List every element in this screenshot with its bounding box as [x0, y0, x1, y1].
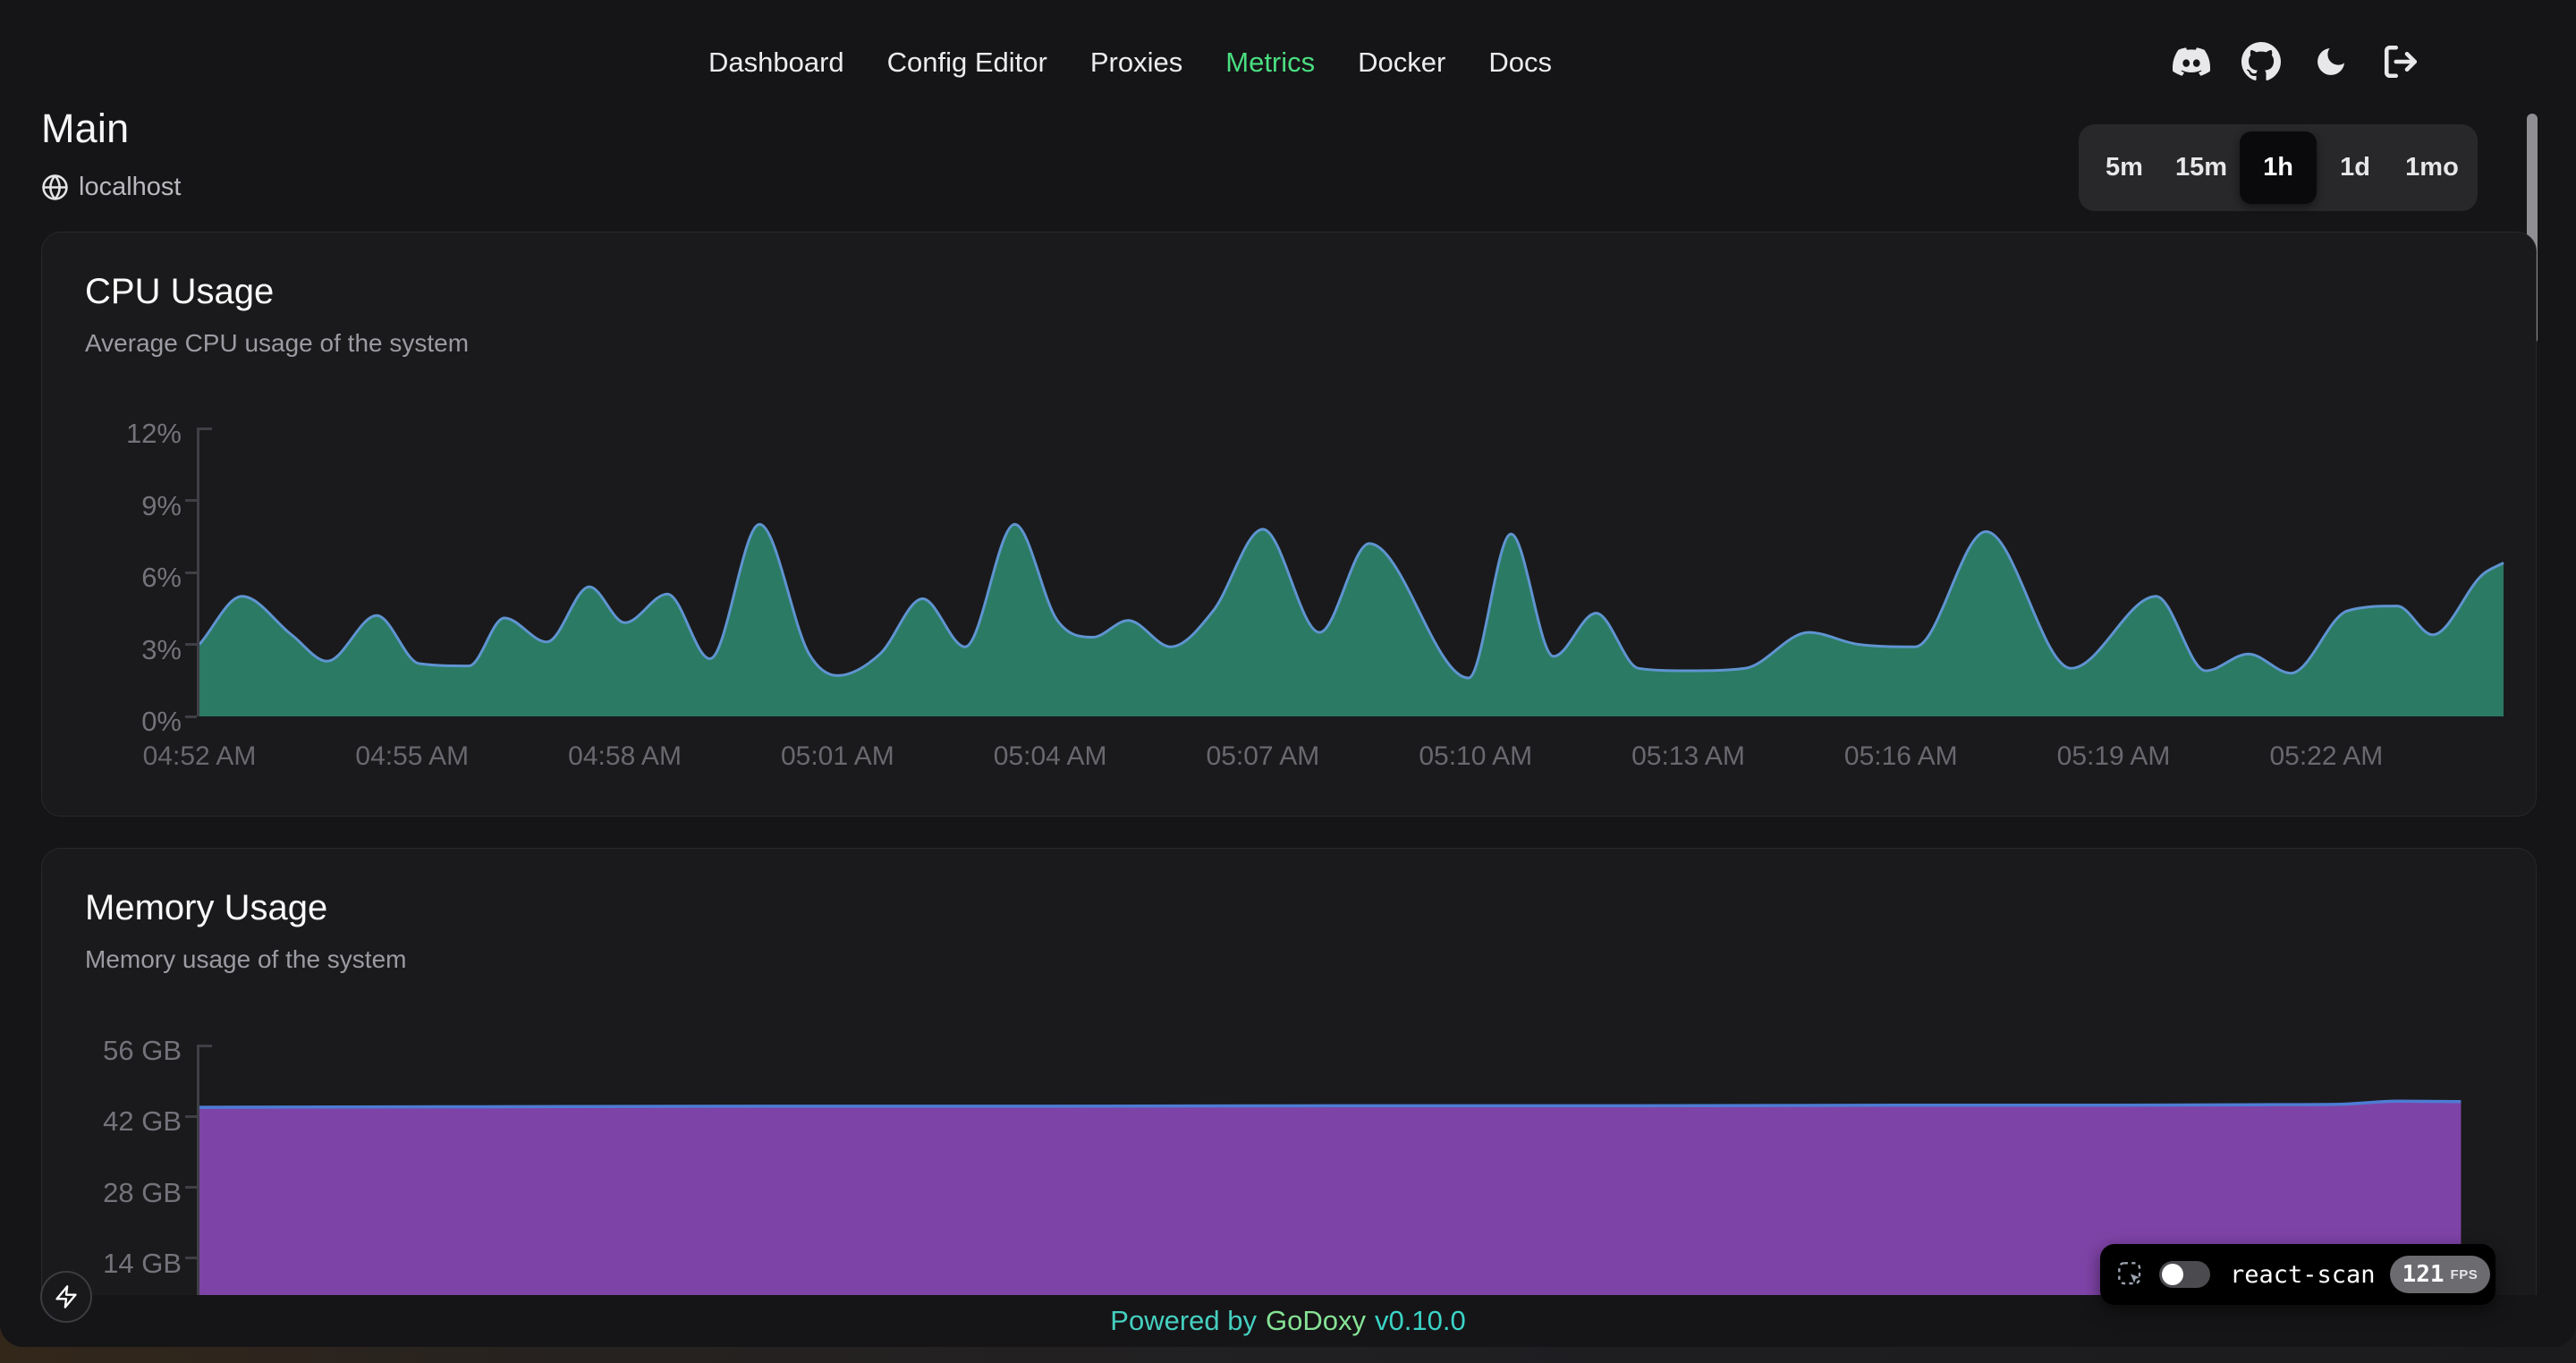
cpu-x-tick-label: 05:04 AM — [994, 741, 1107, 772]
memory-y-axis — [197, 1046, 199, 1329]
toggle-knob — [2162, 1264, 2183, 1285]
cpu-x-tick-label: 04:58 AM — [568, 741, 682, 772]
nav-item-proxies[interactable]: Proxies — [1090, 44, 1182, 81]
host-row: localhost — [41, 173, 181, 202]
cpu-y-tick-label: 12% — [126, 418, 182, 450]
discord-icon[interactable] — [2172, 42, 2211, 81]
cpu-area-chart: 0%3%6%9%12%04:52 AM04:55 AM04:58 AM05:01… — [199, 428, 2504, 716]
range-option-1mo[interactable]: 1mo — [2394, 131, 2470, 204]
cpu-y-tick — [185, 643, 197, 646]
globe-icon — [41, 174, 69, 201]
quick-actions-button[interactable] — [40, 1271, 92, 1323]
memory-y-tick — [185, 1186, 197, 1189]
nav-item-dashboard[interactable]: Dashboard — [708, 44, 844, 81]
cpu-x-tick-label: 05:22 AM — [2269, 741, 2383, 772]
fps-badge: 121 FPS — [2390, 1256, 2491, 1293]
nav-item-docs[interactable]: Docs — [1488, 44, 1552, 81]
logout-icon[interactable] — [2381, 42, 2420, 81]
cpu-x-tick-label: 05:07 AM — [1207, 741, 1320, 772]
cpu-x-tick-label: 05:16 AM — [1844, 741, 1958, 772]
host-name: localhost — [79, 173, 181, 202]
cpu-x-tick-label: 05:13 AM — [1631, 741, 1745, 772]
react-scan-toggle[interactable] — [2159, 1261, 2210, 1288]
nav-item-metrics[interactable]: Metrics — [1225, 44, 1315, 81]
footer-version: v0.10.0 — [1375, 1305, 1466, 1337]
cpu-x-tick-label: 04:52 AM — [143, 741, 257, 772]
top-nav: Dashboard Config Editor Proxies Metrics … — [708, 44, 1552, 81]
memory-card-title: Memory Usage — [85, 888, 327, 928]
cpu-usage-card: CPU Usage Average CPU usage of the syste… — [41, 232, 2537, 817]
memory-y-tick — [185, 1115, 197, 1118]
nav-item-config-editor[interactable]: Config Editor — [887, 44, 1047, 81]
cpu-y-tick-label: 3% — [141, 634, 182, 666]
cpu-x-tick-label: 05:10 AM — [1419, 741, 1532, 772]
footer-brand-link[interactable]: GoDoxy — [1266, 1305, 1366, 1337]
lightning-icon — [54, 1284, 79, 1309]
cpu-series — [199, 428, 2504, 716]
cpu-card-title: CPU Usage — [85, 272, 274, 312]
react-scan-widget: react-scan 121 FPS — [2100, 1244, 2496, 1305]
time-range-selector: 5m 15m 1h 1d 1mo — [2079, 124, 2478, 211]
cpu-card-subtitle: Average CPU usage of the system — [85, 329, 469, 358]
cpu-y-tick-label: 9% — [141, 490, 182, 522]
cpu-y-tick — [185, 499, 197, 502]
inspect-element-icon[interactable] — [2116, 1260, 2145, 1289]
memory-y-axis-cap — [197, 1045, 212, 1047]
memory-y-tick-label: 56 GB — [103, 1035, 182, 1067]
memory-y-tick-label: 28 GB — [103, 1177, 182, 1209]
react-scan-label: react-scan — [2230, 1261, 2376, 1289]
fps-value: 121 — [2402, 1261, 2445, 1288]
memory-card-subtitle: Memory usage of the system — [85, 945, 406, 974]
cpu-y-tick — [185, 571, 197, 574]
memory-y-tick-label: 42 GB — [103, 1105, 182, 1138]
cpu-y-tick — [185, 715, 197, 718]
page-title: Main — [41, 106, 129, 152]
cpu-x-tick-label: 05:19 AM — [2057, 741, 2171, 772]
fps-unit: FPS — [2451, 1267, 2479, 1283]
nav-item-docker[interactable]: Docker — [1358, 44, 1445, 81]
memory-y-tick — [185, 1257, 197, 1259]
cpu-y-tick-label: 6% — [141, 562, 182, 594]
cpu-x-tick-label: 05:01 AM — [781, 741, 894, 772]
range-option-5m[interactable]: 5m — [2086, 131, 2163, 204]
app-window: Dashboard Config Editor Proxies Metrics … — [0, 0, 2576, 1347]
range-option-1d[interactable]: 1d — [2317, 131, 2394, 204]
github-icon[interactable] — [2241, 42, 2281, 81]
nav-icon-group — [2172, 42, 2420, 81]
range-option-1h[interactable]: 1h — [2240, 131, 2317, 204]
cpu-y-axis — [197, 428, 199, 716]
cpu-y-tick-label: 0% — [141, 706, 182, 738]
range-option-15m[interactable]: 15m — [2163, 131, 2240, 204]
cpu-y-axis-cap — [197, 428, 212, 430]
theme-moon-icon[interactable] — [2311, 42, 2351, 81]
footer-powered-by: Powered by — [1110, 1305, 1257, 1337]
memory-y-tick-label: 14 GB — [103, 1248, 182, 1280]
cpu-x-tick-label: 04:55 AM — [355, 741, 469, 772]
